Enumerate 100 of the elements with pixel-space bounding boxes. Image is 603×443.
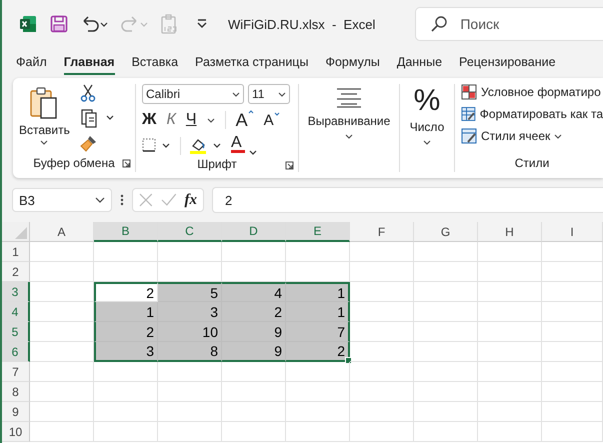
row-header[interactable]: 5 [2, 322, 30, 342]
caret-icon[interactable] [206, 118, 215, 122]
column-header[interactable]: G [414, 222, 478, 242]
table-cell [414, 342, 478, 362]
paste-button[interactable]: Вставить [19, 86, 70, 154]
table-cell [478, 402, 542, 422]
font-color-button[interactable]: A [231, 136, 257, 156]
row-header[interactable]: 10 [2, 422, 30, 442]
check-icon[interactable] [160, 193, 176, 207]
row-header[interactable]: 9 [2, 402, 30, 422]
customize-dropdown-icon[interactable] [196, 18, 208, 30]
font-name-field[interactable]: Calibri [142, 84, 244, 104]
borders-icon[interactable] [142, 138, 172, 154]
caret-icon [422, 140, 431, 145]
ribbon-tab[interactable]: Разметка страницы [195, 51, 308, 75]
table-cell: 4 [222, 282, 286, 302]
table-cell [30, 382, 94, 402]
table-cell [286, 382, 350, 402]
table-cell [542, 262, 603, 282]
ribbon-tab[interactable]: Вставка [132, 51, 178, 75]
table-cell [478, 382, 542, 402]
fill-color-icon[interactable] [189, 137, 223, 155]
table-cell [350, 282, 414, 302]
ribbon-tab[interactable]: Главная [64, 51, 115, 75]
table-cell [414, 382, 478, 402]
formula-field[interactable]: 2 [212, 187, 603, 213]
row-header[interactable]: 2 [2, 262, 30, 282]
table-cell [94, 402, 158, 422]
table-cell: 2 [94, 282, 158, 302]
styles-menu-item[interactable]: Условное форматиро [461, 84, 603, 100]
table-cell [542, 422, 603, 442]
name-box[interactable]: B3 [12, 188, 112, 212]
scissors-icon[interactable] [80, 84, 96, 102]
clipboard-icon[interactable] [160, 14, 178, 34]
color-bar-icon [231, 150, 257, 156]
table-cell: 8 [158, 342, 222, 362]
column-header[interactable]: A [30, 222, 94, 242]
increase-font-size-button[interactable]: A [236, 110, 254, 130]
ribbon-tab[interactable]: Рецензирование [459, 51, 556, 75]
fill-handle[interactable] [345, 357, 352, 364]
italic-button[interactable]: К [166, 111, 176, 129]
dialog-launcher-icon[interactable] [122, 159, 131, 168]
column-header[interactable]: C [158, 222, 222, 242]
table-cell [158, 362, 222, 382]
table-cell [286, 422, 350, 442]
table-cell: 5 [158, 282, 222, 302]
font-size-field[interactable]: 11 [248, 84, 290, 104]
table-cell: 2 [94, 322, 158, 342]
column-header[interactable]: I [542, 222, 603, 242]
format-painter-icon[interactable] [80, 134, 98, 152]
table-cell [94, 382, 158, 402]
column-header[interactable]: E [286, 222, 350, 242]
table-cell: 2 [222, 302, 286, 322]
insert-function-button[interactable]: fx [184, 192, 197, 208]
styles-menu-item[interactable]: Стили ячеек [461, 128, 603, 144]
row-header[interactable]: 4 [2, 302, 30, 322]
ribbon-tab[interactable]: Файл [16, 51, 47, 75]
table-cell [542, 382, 603, 402]
styles-menu-item[interactable]: Форматировать как та [461, 106, 603, 122]
table-cell [414, 402, 478, 422]
table-cell [158, 242, 222, 262]
row-header[interactable]: 1 [2, 242, 30, 262]
group-label: Стили [514, 156, 550, 170]
table-cell [478, 242, 542, 262]
number-format-button[interactable]: % Число [410, 88, 444, 145]
table-cell [222, 242, 286, 262]
dialog-launcher-icon[interactable] [285, 161, 294, 170]
table-cell [478, 342, 542, 362]
row-header[interactable]: 8 [2, 382, 30, 402]
table-cell [542, 242, 603, 262]
table-cell: 3 [158, 302, 222, 322]
table-cell [30, 362, 94, 382]
row-header[interactable]: 7 [2, 362, 30, 382]
decrease-font-size-button[interactable]: A [264, 112, 280, 128]
search-field[interactable]: Поиск [415, 7, 603, 41]
copy-icon[interactable] [80, 108, 116, 128]
alignment-button[interactable]: Выравнивание [308, 88, 390, 139]
table-cell: 1 [94, 302, 158, 322]
ribbon-tab[interactable]: Данные [396, 51, 442, 75]
table-cell [158, 402, 222, 422]
table-cell [350, 242, 414, 262]
row-header[interactable]: 3 [2, 282, 30, 302]
save-icon[interactable] [50, 15, 68, 33]
table-cell [414, 422, 478, 442]
more-options-icon[interactable] [120, 193, 124, 207]
column-header[interactable]: B [94, 222, 158, 242]
bold-button[interactable]: Ж [142, 111, 156, 129]
column-header[interactable]: H [478, 222, 542, 242]
column-header[interactable]: F [350, 222, 414, 242]
table-cell [478, 362, 542, 382]
table-cell [478, 322, 542, 342]
ribbon-tab[interactable]: Формулы [325, 51, 380, 75]
column-header[interactable]: D [222, 222, 286, 242]
table-cell: 3 [94, 342, 158, 362]
underline-button[interactable]: Ч [186, 111, 197, 129]
row-header[interactable]: 6 [2, 342, 30, 362]
caret-icon [278, 92, 286, 96]
table-cell [350, 342, 414, 362]
group-label: Шрифт [197, 157, 237, 171]
search-input[interactable]: Поиск [458, 15, 582, 33]
